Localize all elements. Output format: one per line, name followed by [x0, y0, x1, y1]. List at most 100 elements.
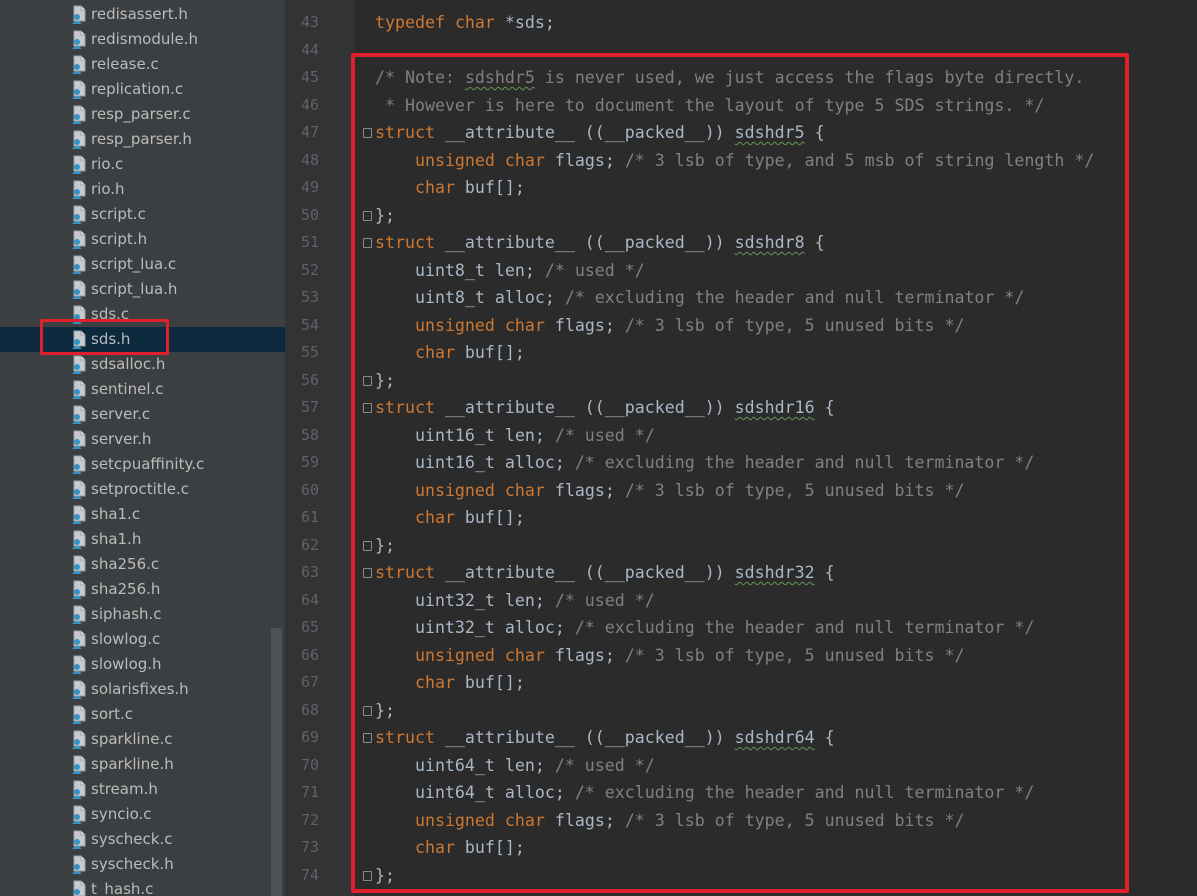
- file-item[interactable]: sha1.h: [0, 527, 285, 552]
- file-item[interactable]: sort.c: [0, 702, 285, 727]
- file-item[interactable]: setcpuaffinity.c: [0, 452, 285, 477]
- file-item[interactable]: sha256.c: [0, 552, 285, 577]
- file-name: server.h: [91, 430, 152, 448]
- line-number: 72: [300, 810, 319, 829]
- file-item[interactable]: release.c: [0, 52, 285, 77]
- line-number: 65: [300, 618, 319, 636]
- line-number: 54: [300, 315, 319, 334]
- c-header-file-icon: [71, 255, 88, 275]
- line-number: 71: [300, 783, 319, 801]
- file-item[interactable]: slowlog.h: [0, 652, 285, 677]
- file-item[interactable]: sparkline.c: [0, 727, 285, 752]
- line-number: 63: [300, 563, 319, 581]
- file-item[interactable]: sha1.c: [0, 502, 285, 527]
- file-name: replication.c: [91, 80, 184, 98]
- file-item[interactable]: redisassert.h: [0, 2, 285, 27]
- c-header-file-icon: [71, 30, 88, 50]
- file-item[interactable]: setproctitle.c: [0, 477, 285, 502]
- file-item[interactable]: rio.c: [0, 152, 285, 177]
- c-header-file-icon: [71, 80, 88, 100]
- c-header-file-icon: [71, 880, 88, 896]
- file-item[interactable]: siphash.c: [0, 602, 285, 627]
- c-header-file-icon: [71, 680, 88, 700]
- file-item[interactable]: resp_parser.h: [0, 127, 285, 152]
- file-item[interactable]: server.c: [0, 402, 285, 427]
- file-item[interactable]: sparkline.h: [0, 752, 285, 777]
- code-token: char: [454, 13, 495, 32]
- file-item[interactable]: sentinel.c: [0, 377, 285, 402]
- file-item[interactable]: script_lua.c: [0, 252, 285, 277]
- c-header-file-icon: [71, 55, 88, 75]
- file-name: sort.c: [91, 705, 134, 723]
- line-number: 70: [300, 755, 319, 774]
- file-item[interactable]: syncio.c: [0, 802, 285, 827]
- file-item[interactable]: t_hash.c: [0, 877, 285, 896]
- file-name: setcpuaffinity.c: [91, 455, 205, 473]
- line-number: 58: [300, 425, 319, 444]
- file-item[interactable]: syscheck.h: [0, 852, 285, 877]
- line-number: 61: [300, 508, 319, 526]
- line-number: 49: [300, 178, 319, 196]
- c-header-file-icon: [71, 230, 88, 250]
- file-name: script_lua.h: [91, 280, 178, 298]
- line-number-gutter: 43 44 45 46 47 48 49 50 51 52 53 54 55 56 57 58 59 60 61 62…: [285, 0, 355, 896]
- file-name: redisassert.h: [91, 5, 188, 23]
- file-name: script_lua.c: [91, 255, 177, 273]
- file-name: sdsalloc.h: [91, 355, 166, 373]
- file-name: sparkline.h: [91, 755, 174, 773]
- line-number: 68: [300, 700, 319, 719]
- file-item[interactable]: rio.h: [0, 177, 285, 202]
- file-item[interactable]: script_lua.h: [0, 277, 285, 302]
- file-name: solarisfixes.h: [91, 680, 189, 698]
- code-line: typedef char *sds;: [375, 9, 555, 37]
- c-header-file-icon: [71, 630, 88, 650]
- file-name: server.c: [91, 405, 151, 423]
- file-name: sparkline.c: [91, 730, 173, 748]
- c-header-file-icon: [71, 580, 88, 600]
- file-item[interactable]: server.h: [0, 427, 285, 452]
- c-header-file-icon: [71, 530, 88, 550]
- line-number: 43: [300, 13, 319, 31]
- line-number: 62: [300, 535, 319, 554]
- line-number: 52: [300, 260, 319, 279]
- line-number: 51: [300, 233, 319, 251]
- project-tree: redisassert.h redismodule.h release.c repli…: [0, 0, 285, 896]
- file-item[interactable]: script.h: [0, 227, 285, 252]
- c-header-file-icon: [71, 805, 88, 825]
- file-item[interactable]: syscheck.c: [0, 827, 285, 852]
- line-number: 57: [300, 398, 319, 416]
- code-token: *sds;: [494, 13, 555, 32]
- line-number: 46: [300, 95, 319, 114]
- struct-definitions-highlight-box: [351, 53, 1129, 893]
- file-item[interactable]: sdsalloc.h: [0, 352, 285, 377]
- code-token: typedef: [375, 13, 445, 32]
- file-name: release.c: [91, 55, 159, 73]
- file-item[interactable]: solarisfixes.h: [0, 677, 285, 702]
- c-header-file-icon: [71, 5, 88, 25]
- line-number: 64: [300, 590, 319, 609]
- c-header-file-icon: [71, 730, 88, 750]
- file-item[interactable]: slowlog.c: [0, 627, 285, 652]
- file-item[interactable]: stream.h: [0, 777, 285, 802]
- file-item[interactable]: redismodule.h: [0, 27, 285, 52]
- c-header-file-icon: [71, 505, 88, 525]
- file-item[interactable]: resp_parser.c: [0, 102, 285, 127]
- file-name: setproctitle.c: [91, 480, 190, 498]
- file-name: resp_parser.h: [91, 130, 192, 148]
- c-header-file-icon: [71, 605, 88, 625]
- file-name: t_hash.c: [91, 880, 154, 896]
- file-item[interactable]: script.c: [0, 202, 285, 227]
- c-header-file-icon: [71, 205, 88, 225]
- file-name: script.c: [91, 205, 146, 223]
- file-name: rio.h: [91, 180, 125, 198]
- line-number: 59: [300, 453, 319, 471]
- line-number: 73: [300, 838, 319, 856]
- c-header-file-icon: [71, 130, 88, 150]
- file-item[interactable]: sha256.h: [0, 577, 285, 602]
- file-item[interactable]: replication.c: [0, 77, 285, 102]
- file-name: rio.c: [91, 155, 124, 173]
- line-number: 66: [300, 645, 319, 664]
- line-number: 67: [300, 673, 319, 691]
- tree-scrollbar[interactable]: [271, 628, 282, 896]
